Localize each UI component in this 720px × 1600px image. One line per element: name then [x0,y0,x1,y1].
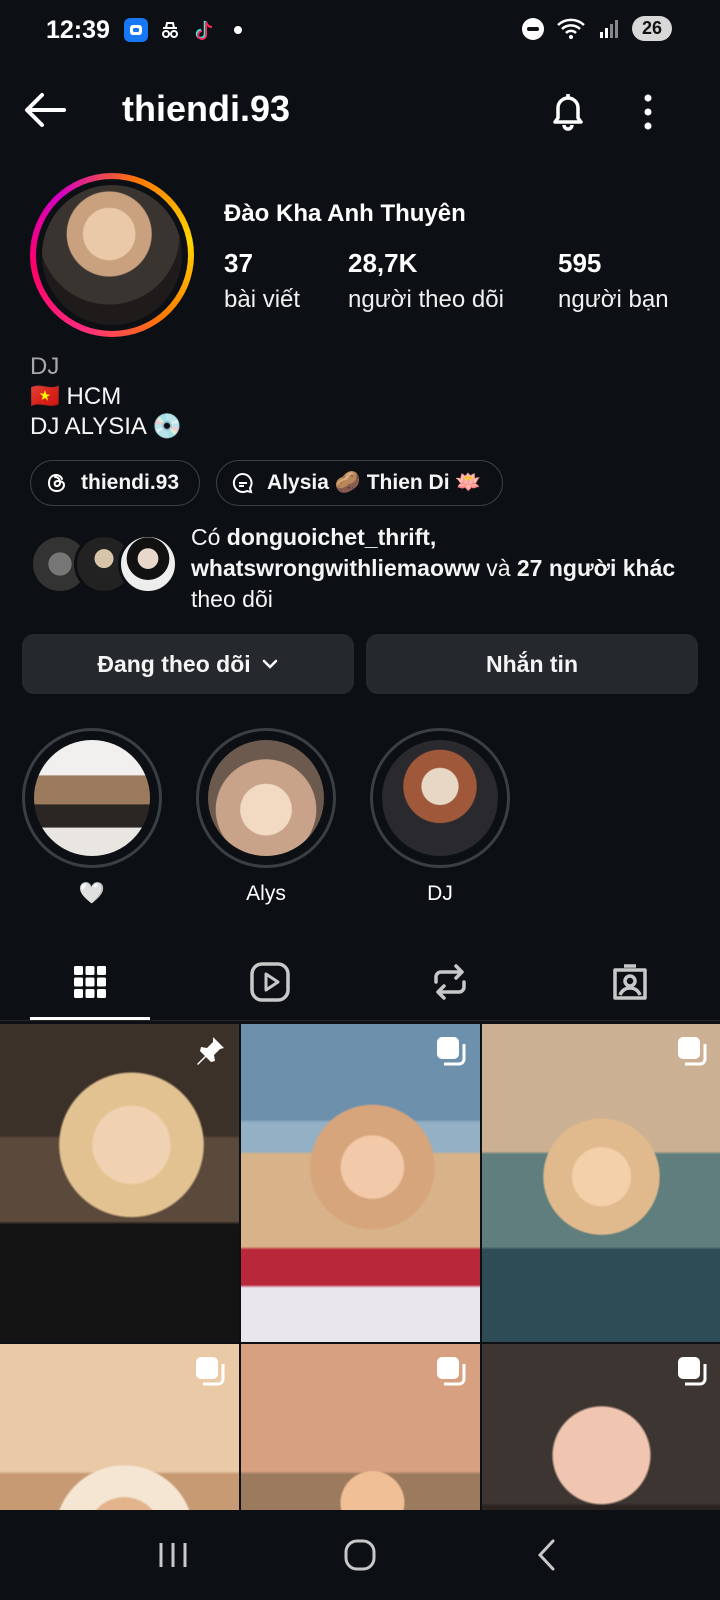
back-button[interactable] [22,90,68,130]
tab-reposts[interactable] [360,944,540,1020]
stat-value: 28,7K [348,248,418,278]
notifications-button[interactable] [546,88,590,132]
do-not-disturb-icon [521,17,544,40]
following-label: Đang theo dõi [97,650,251,677]
stat-posts[interactable]: 37 bài viết [224,248,300,314]
stat-value: 37 [224,248,253,278]
carousel-icon [196,1357,225,1386]
profile-actions: Đang theo dõi Nhắn tin [22,634,698,694]
bio-line: DJ ALYSIA 💿 [30,413,183,440]
home-icon [344,1539,376,1571]
chevron-left-icon [537,1539,555,1571]
highlight-item[interactable]: 🤍 [22,728,162,906]
profile-bio: DJ 🇻🇳 HCM DJ ALYSIA 💿 [30,352,182,442]
tab-posts[interactable] [0,944,180,1020]
highlight-label: DJ [427,882,453,905]
threads-icon [47,473,66,493]
stat-label: người theo dõi [348,286,504,313]
tab-tagged[interactable] [540,944,720,1020]
highlight-cover [34,740,150,856]
reels-icon [250,962,290,1002]
highlight-label: Alys [246,882,286,905]
system-back-button[interactable] [507,1525,587,1585]
stat-label: bài viết [224,286,301,313]
carousel-icon [437,1357,466,1386]
home-button[interactable] [320,1525,400,1585]
incognito-icon [158,18,182,42]
messenger-icon [124,18,148,42]
post-thumbnail[interactable] [0,1024,239,1342]
post-thumbnail[interactable] [482,1024,720,1342]
profile-avatar[interactable] [30,173,194,337]
message-button[interactable]: Nhắn tin [366,634,698,694]
highlight-cover [382,740,498,856]
mutual-followers[interactable]: Có donguoichet_thrift, whatswrongwithliem… [30,522,690,612]
story-highlights: 🤍 Alys DJ [22,728,510,906]
status-bar: 12:39 26 [0,0,720,64]
tagged-icon [613,964,647,1000]
profile-full-name: Đào Kha Anh Thuyên [224,200,466,227]
recent-apps-icon [159,1543,187,1567]
carousel-icon [678,1037,707,1066]
stat-value: 595 [558,248,602,278]
following-button[interactable]: Đang theo dõi [22,634,354,694]
profile-category: DJ [30,353,60,380]
tiktok-icon [192,18,216,42]
message-label: Nhắn tin [486,650,578,677]
chip-label: thiendi.93 [81,471,180,494]
reposts-icon [434,964,466,1000]
carousel-icon [437,1037,466,1066]
notification-dot [234,26,242,34]
chevron-down-icon [262,659,277,669]
battery-indicator: 26 [631,16,672,41]
back-arrow-icon [25,93,66,127]
avatar [118,534,178,594]
stat-followers[interactable]: 28,7K người theo dõi [348,248,504,314]
system-navigation-bar [0,1510,720,1600]
bio-line: 🇻🇳 HCM [30,383,122,410]
highlight-label: 🤍 [78,882,106,905]
recent-apps-button[interactable] [133,1525,213,1585]
messenger-channel-icon [232,472,253,494]
highlight-cover [208,740,324,856]
profile-links: thiendi.93 Alysia 🥔 Thien Di 🪷 [30,460,503,506]
highlight-item[interactable]: Alys [196,728,336,906]
signal-icon [599,19,618,38]
wifi-icon [557,18,585,39]
mutual-followers-text: Có donguoichet_thrift, whatswrongwithliem… [191,524,676,612]
threads-link-chip[interactable]: thiendi.93 [30,460,201,506]
status-time: 12:39 [46,16,110,44]
profile-header: thiendi.93 [0,82,720,142]
more-options-button[interactable] [640,90,680,134]
chip-label: Alysia 🥔 Thien Di 🪷 [267,471,482,494]
tab-reels[interactable] [180,944,360,1020]
avatar [42,185,182,325]
post-thumbnail[interactable] [241,1024,480,1342]
highlight-item[interactable]: DJ [370,728,510,906]
pin-icon [197,1037,224,1065]
bell-icon [553,94,583,131]
more-vertical-icon [644,94,652,130]
page-title: thiendi.93 [122,88,291,129]
channel-link-chip[interactable]: Alysia 🥔 Thien Di 🪷 [216,460,503,506]
grid-icon [74,966,106,998]
carousel-icon [678,1357,707,1386]
profile-tabs [0,944,720,1020]
stat-label: người bạn [558,286,669,313]
stat-friends[interactable]: 595 người bạn [558,248,669,314]
